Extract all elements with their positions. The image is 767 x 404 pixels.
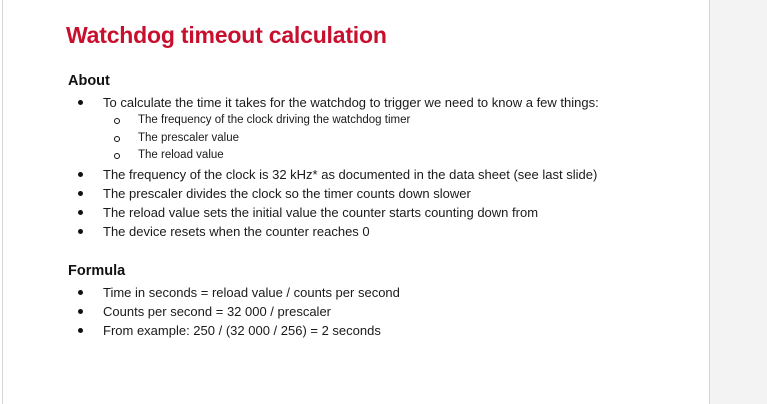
bullet-icon <box>78 228 83 234</box>
slide-title: Watchdog timeout calculation <box>66 22 387 48</box>
formula-heading: Formula <box>68 263 126 279</box>
sub-list-item-text: The prescaler value <box>138 131 239 144</box>
slide-viewport: Watchdog timeout calculation About To ca… <box>0 0 767 404</box>
list-item-text: The reload value sets the initial value … <box>103 204 539 220</box>
sub-list-item-text: The reload value <box>138 149 224 161</box>
hollow-bullet-icon <box>114 153 120 159</box>
bullet-icon <box>78 100 83 105</box>
side-gutter <box>710 0 767 404</box>
list-item-text: The device resets when the counter reach… <box>103 223 370 239</box>
bullet-icon <box>78 190 83 196</box>
hollow-bullet-icon <box>114 118 120 124</box>
bullet-icon <box>78 328 83 333</box>
hollow-bullet-icon <box>114 135 120 142</box>
list-item-text: The frequency of the clock is 32 kHz* as… <box>103 166 598 182</box>
list-item-text: Counts per second = 32 000 / prescaler <box>103 304 332 319</box>
list-item-text: To calculate the time it takes for the w… <box>103 95 599 110</box>
about-heading: About <box>68 73 110 89</box>
list-item-text: Time in seconds = reload value / counts … <box>103 285 400 300</box>
bullet-icon <box>78 209 83 215</box>
slide-canvas: Watchdog timeout calculation About To ca… <box>2 0 710 404</box>
bullet-icon <box>78 171 83 177</box>
list-item-text: The prescaler divides the clock so the t… <box>103 185 471 201</box>
bullet-icon <box>78 309 83 314</box>
list-item-text: From example: 250 / (32 000 / 256) = 2 s… <box>103 323 381 338</box>
bullet-icon <box>78 290 83 295</box>
sub-list-item-text: The frequency of the clock driving the w… <box>138 114 411 126</box>
